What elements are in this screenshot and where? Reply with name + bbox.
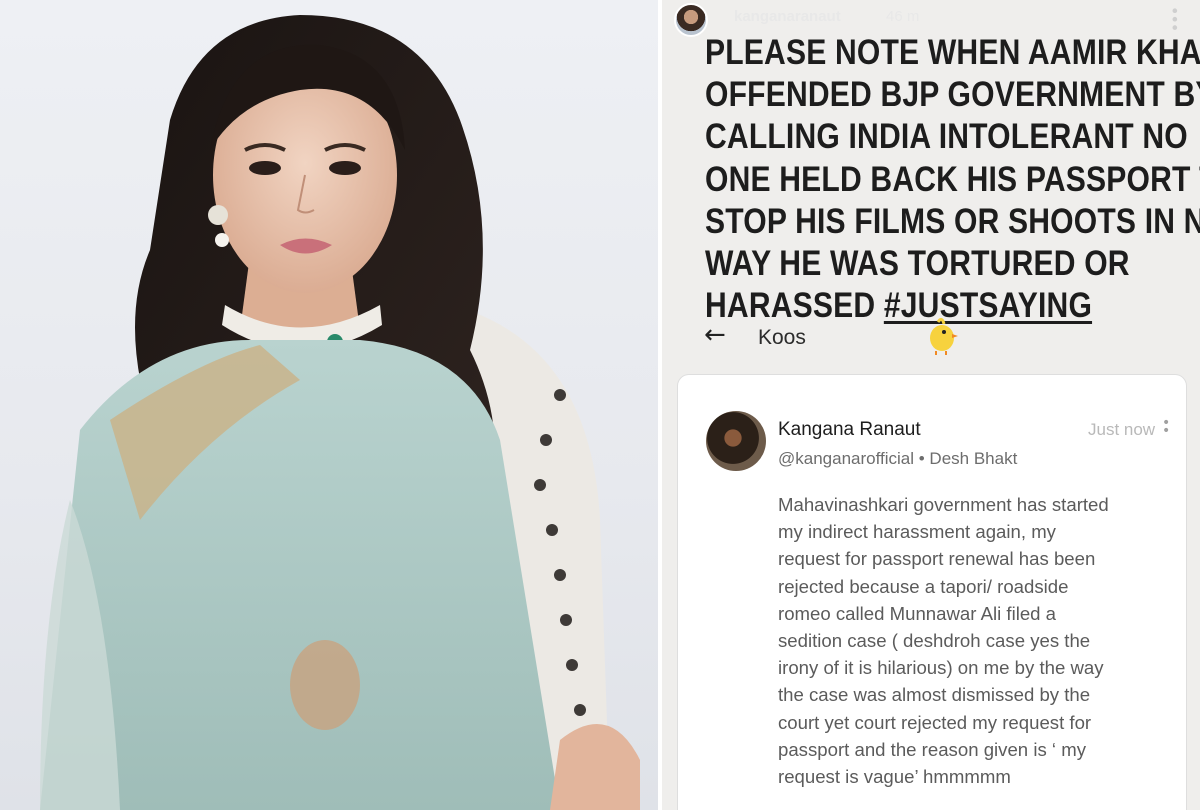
post-line: my indirect harassment again, my: [778, 521, 1056, 543]
caption-line: WAY HE WAS TORTURED OR: [705, 244, 1130, 284]
dress-shape: [40, 340, 560, 810]
caption-line: OFFENDED BJP GOVERNMENT BY: [705, 75, 1200, 115]
post-line: romeo called Munnawar Ali filed a: [778, 602, 1057, 624]
post-line: rejected because a tapori/ roadside: [778, 575, 1069, 597]
post-line: Mahavinashkari government has started: [778, 494, 1109, 515]
post-line: the case was almost dismissed by the: [778, 684, 1091, 706]
koos-title: Koos: [758, 326, 806, 349]
instagram-story: kanganaranaut 46 m ••• PLEASE NOTE WHEN …: [662, 0, 1200, 810]
koo-post-time: Just now: [1088, 420, 1156, 439]
portrait-illustration: [40, 15, 640, 810]
caption-line: STOP HIS FILMS OR SHOOTS IN NO: [705, 201, 1200, 241]
caption-line: PLEASE NOTE WHEN AAMIR KHAN: [705, 33, 1200, 72]
post-line: irony of it is hilarious) on me by the w…: [778, 657, 1104, 679]
koo-post-body: Mahavinashkari government has started my …: [778, 491, 1178, 790]
caption-line: ONE HELD BACK HIS PASSPORT TO: [705, 159, 1200, 199]
post-line: request for passport renewal has been: [778, 548, 1096, 570]
story-caption-text: PLEASE NOTE WHEN AAMIR KHAN OFFENDED BJP …: [705, 32, 1200, 327]
caption-line: CALLING INDIA INTOLERANT NO: [705, 117, 1188, 157]
story-username[interactable]: kanganaranaut: [734, 8, 841, 25]
koo-author-avatar[interactable]: [706, 411, 766, 471]
story-avatar[interactable]: [674, 3, 708, 37]
koos-nav-bar: ← Koos: [698, 317, 1178, 358]
portrait-photo: [0, 0, 658, 810]
kebab-menu-icon[interactable]: • •: [1162, 416, 1170, 438]
post-line: passport and the reason given is ‘ my: [778, 738, 1086, 760]
back-arrow-icon[interactable]: ←: [704, 320, 726, 350]
more-options-icon[interactable]: •••: [1165, 6, 1184, 31]
koo-author-handle[interactable]: @kanganarofficial • Desh Bhakt: [778, 449, 1017, 469]
post-line: request is vague’ hmmmmm: [778, 766, 1011, 788]
koo-bird-icon: [930, 317, 958, 355]
post-line: court yet court rejected my request for: [778, 711, 1092, 733]
koo-post-card: Kangana Ranaut @kanganarofficial • Desh …: [677, 374, 1187, 810]
koo-author-name[interactable]: Kangana Ranaut: [778, 419, 921, 441]
post-line: sedition case ( deshdroh case yes the: [778, 630, 1091, 652]
story-timestamp: 46 m: [886, 8, 920, 25]
